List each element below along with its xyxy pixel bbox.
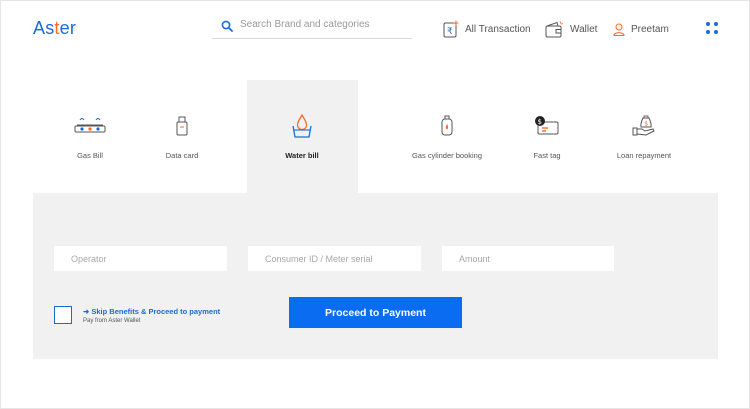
operator-field[interactable]	[54, 246, 227, 271]
water-drop-icon	[292, 113, 312, 138]
svg-text:₹: ₹	[447, 27, 453, 37]
loan-hand-icon: $	[632, 115, 655, 136]
wallet-icon	[545, 20, 563, 37]
category-label: Data card	[165, 151, 199, 160]
bill-payment-panel	[33, 193, 718, 359]
gas-stove-icon	[74, 118, 106, 133]
svg-text:$: $	[644, 121, 648, 128]
category-data-card[interactable]: Data card	[122, 108, 242, 160]
proceed-to-payment-button[interactable]: Proceed to Payment	[289, 297, 462, 328]
fast-tag-icon: $	[535, 116, 559, 135]
search-input[interactable]	[240, 19, 410, 30]
svg-text:$: $	[538, 118, 542, 126]
skip-benefits-checkbox[interactable]	[54, 306, 72, 324]
consumer-id-field[interactable]	[248, 246, 421, 271]
usb-drive-icon	[176, 116, 188, 136]
skip-benefits-sublabel: Pay from Aster Wallet	[83, 318, 141, 324]
category-label: Loan repayment	[616, 151, 672, 160]
amount-field[interactable]	[442, 246, 614, 271]
apps-menu-icon[interactable]	[706, 22, 718, 34]
nav-user-label: Preetam	[631, 23, 669, 35]
gas-cylinder-icon	[441, 115, 453, 136]
nav-wallet-label: Wallet	[570, 23, 598, 35]
logo[interactable]: Aster	[33, 18, 76, 39]
user-icon	[613, 22, 625, 36]
skip-benefits-link[interactable]: ➜ Skip Benefits & Proceed to payment	[83, 307, 220, 316]
category-water-bill[interactable]: Water bill	[242, 108, 362, 160]
nav-transactions-label: All Transaction	[465, 23, 531, 35]
search-icon	[221, 20, 233, 32]
logo-text: Aster	[33, 18, 77, 38]
nav-wallet[interactable]: Wallet	[545, 20, 597, 38]
category-loan-repayment[interactable]: $ Loan repayment	[584, 108, 704, 160]
category-label: Water bill	[285, 151, 319, 160]
rupee-receipt-icon: ₹	[443, 20, 459, 38]
nav-all-transaction[interactable]: ₹ All Transaction	[443, 20, 531, 38]
nav-user-profile[interactable]: Preetam	[613, 20, 669, 38]
search-bar[interactable]	[212, 17, 412, 39]
